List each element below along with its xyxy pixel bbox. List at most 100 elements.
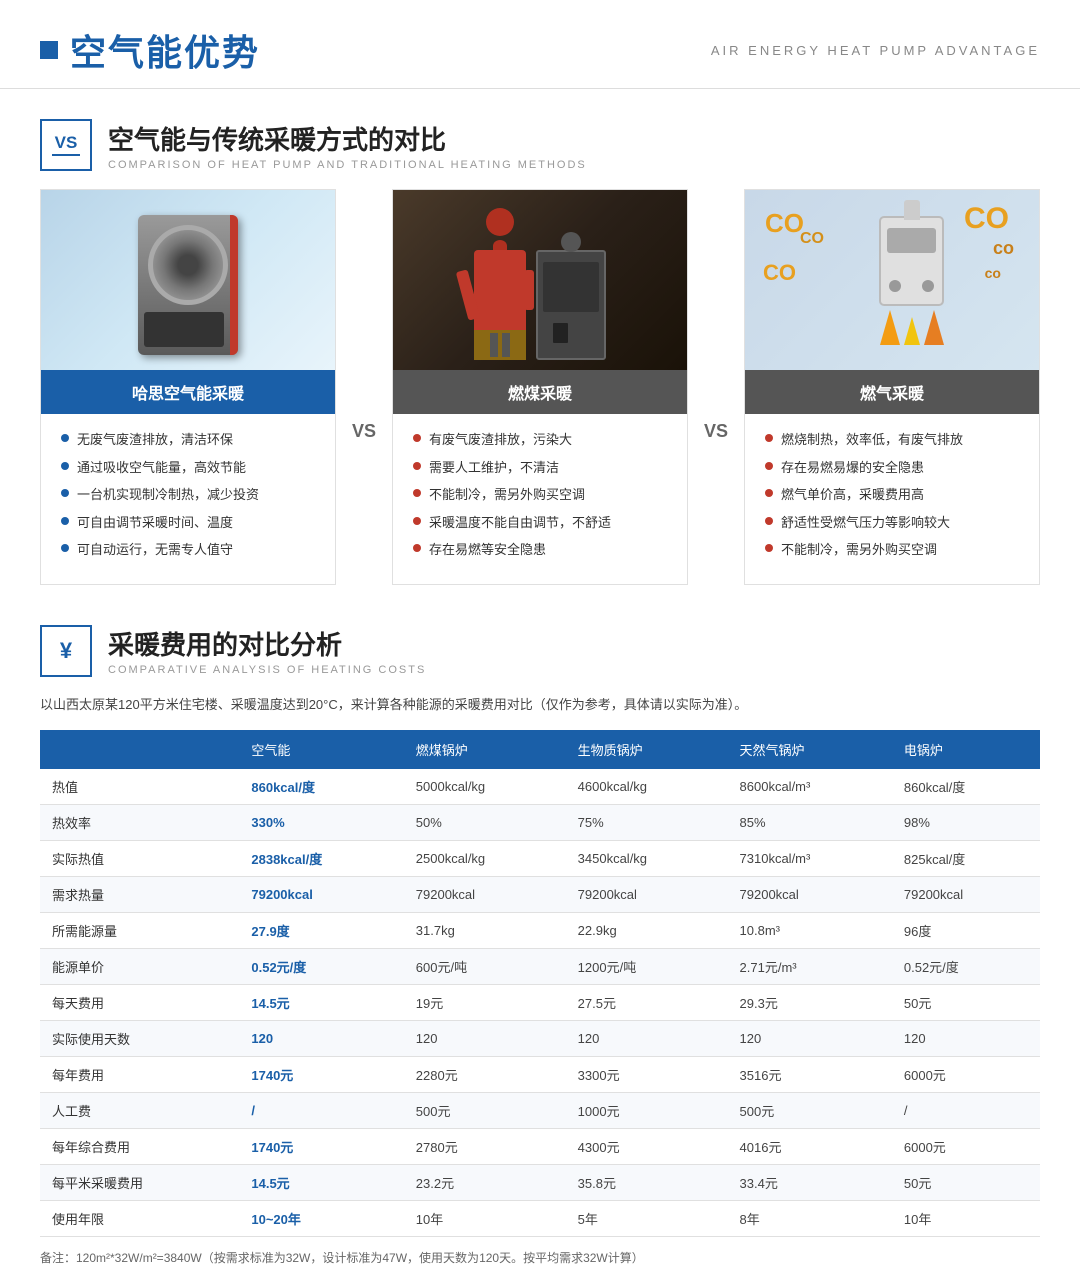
co-text-6: co (985, 265, 1001, 281)
table-cell-value: 50% (404, 804, 566, 840)
co-text-3: CO (763, 260, 796, 286)
section2-title-cn: 采暖费用的对比分析 (108, 625, 426, 662)
table-cell-value: 3300元 (566, 1056, 728, 1092)
table-cell-value: 1000元 (566, 1092, 728, 1128)
bullet-icon (61, 489, 69, 497)
table-cell-value: 79200kcal (728, 876, 892, 912)
table-cell-value: 120 (728, 1020, 892, 1056)
table-cell-value: 22.9kg (566, 912, 728, 948)
table-cell-value: 2.71元/m³ (728, 948, 892, 984)
table-cell-label: 实际使用天数 (40, 1020, 239, 1056)
card-image-1 (41, 190, 335, 370)
bullet-icon (413, 434, 421, 442)
table-cell-value: 860kcal/度 (239, 769, 403, 805)
co-text-4: CO (964, 202, 1009, 236)
table-cell-value: 5年 (566, 1200, 728, 1236)
vs-icon: VS (52, 134, 80, 156)
card-wrapper-3: CO CO CO CO co co (744, 189, 1040, 585)
table-header-row: 空气能 燃煤锅炉 生物质锅炉 天然气锅炉 电锅炉 (40, 730, 1040, 769)
cost-section: ¥ 采暖费用的对比分析 COMPARATIVE ANALYSIS OF HEAT… (0, 605, 1080, 1288)
table-cell-value: 23.2元 (404, 1164, 566, 1200)
bullet-icon (413, 517, 421, 525)
table-cell-value: 8600kcal/m³ (728, 769, 892, 805)
page-title-en: AIR ENERGY HEAT PUMP ADVANTAGE (711, 43, 1040, 58)
col-header-gas: 天然气锅炉 (728, 730, 892, 769)
card-image-3: CO CO CO CO co co (745, 190, 1039, 370)
feature-item: 可自动运行，无需专人值守 (61, 540, 315, 560)
table-row: 热值860kcal/度5000kcal/kg4600kcal/kg8600kca… (40, 769, 1040, 805)
table-cell-value: 10.8m³ (728, 912, 892, 948)
table-cell-value: 3450kcal/kg (566, 840, 728, 876)
table-cell-value: 330% (239, 804, 403, 840)
table-cell-label: 需求热量 (40, 876, 239, 912)
table-row: 实际热值2838kcal/度2500kcal/kg3450kcal/kg7310… (40, 840, 1040, 876)
section2-title-en: COMPARATIVE ANALYSIS OF HEATING COSTS (108, 664, 426, 676)
vs-divider-2: VS (702, 189, 730, 585)
bullet-icon (413, 462, 421, 470)
table-cell-label: 能源单价 (40, 948, 239, 984)
table-cell-value: / (239, 1092, 403, 1128)
table-cell-value: 4600kcal/kg (566, 769, 728, 805)
vs-icon-box: VS (40, 119, 92, 171)
table-cell-value: 79200kcal (239, 876, 403, 912)
card-coal-heating: 燃煤采暖 有废气废渣排放，污染大 需要人工维护，不清洁 不能制冷，需另外购买空调 (392, 189, 688, 585)
section1-titles: 空气能与传统采暖方式的对比 COMPARISON OF HEAT PUMP AN… (108, 120, 587, 171)
feature-item: 需要人工维护，不清洁 (413, 458, 667, 478)
table-cell-value: 120 (566, 1020, 728, 1056)
card-features-3: 燃烧制热，效率低，有废气排放 存在易燃易爆的安全隐患 燃气单价高，采暖费用高 舒… (745, 414, 1039, 584)
table-cell-label: 每天费用 (40, 984, 239, 1020)
table-cell-value: 14.5元 (239, 1164, 403, 1200)
table-cell-value: 79200kcal (404, 876, 566, 912)
section2-header: ¥ 采暖费用的对比分析 COMPARATIVE ANALYSIS OF HEAT… (40, 625, 1040, 677)
col-header-air: 空气能 (239, 730, 403, 769)
table-row: 所需能源量27.9度31.7kg22.9kg10.8m³96度 (40, 912, 1040, 948)
table-cell-value: 1740元 (239, 1128, 403, 1164)
table-cell-label: 人工费 (40, 1092, 239, 1128)
col-header-label (40, 730, 239, 769)
table-cell-value: 27.9度 (239, 912, 403, 948)
title-icon (40, 41, 58, 59)
card-air-heat-pump: 哈思空气能采暖 无废气废渣排放，清洁环保 通过吸收空气能量，高效节能 一台机实现… (40, 189, 336, 585)
yen-icon-box: ¥ (40, 625, 92, 677)
table-cell-value: 35.8元 (566, 1164, 728, 1200)
card-wrapper-1: 哈思空气能采暖 无废气废渣排放，清洁环保 通过吸收空气能量，高效节能 一台机实现… (40, 189, 336, 585)
table-cell-value: 3516元 (728, 1056, 892, 1092)
card-gas-heating: CO CO CO CO co co (744, 189, 1040, 585)
card-title-1: 哈思空气能采暖 (41, 370, 335, 414)
bullet-icon (765, 517, 773, 525)
feature-item: 有废气废渣排放，污染大 (413, 430, 667, 450)
table-row: 每年综合费用1740元2780元4300元4016元6000元 (40, 1128, 1040, 1164)
page-header: 空气能优势 AIR ENERGY HEAT PUMP ADVANTAGE (0, 0, 1080, 89)
table-cell-value: 10~20年 (239, 1200, 403, 1236)
feature-item: 存在易燃等安全隐患 (413, 540, 667, 560)
table-row: 每平米采暖费用14.5元23.2元35.8元33.4元50元 (40, 1164, 1040, 1200)
table-cell-value: 0.52元/度 (239, 948, 403, 984)
table-row: 需求热量79200kcal79200kcal79200kcal79200kcal… (40, 876, 1040, 912)
table-row: 热效率330%50%75%85%98% (40, 804, 1040, 840)
col-header-electric: 电锅炉 (892, 730, 1040, 769)
table-row: 每年费用1740元2280元3300元3516元6000元 (40, 1056, 1040, 1092)
bullet-icon (413, 489, 421, 497)
table-cell-label: 热效率 (40, 804, 239, 840)
table-cell-value: 120 (404, 1020, 566, 1056)
table-row: 使用年限10~20年10年5年8年10年 (40, 1200, 1040, 1236)
table-cell-value: 98% (892, 804, 1040, 840)
table-cell-label: 热值 (40, 769, 239, 805)
table-cell-label: 每平米采暖费用 (40, 1164, 239, 1200)
table-cell-value: 120 (239, 1020, 403, 1056)
table-cell-value: 79200kcal (892, 876, 1040, 912)
feature-item: 不能制冷，需另外购买空调 (413, 485, 667, 505)
card-features-1: 无废气废渣排放，清洁环保 通过吸收空气能量，高效节能 一台机实现制冷制热，减少投… (41, 414, 335, 584)
table-row: 人工费/500元1000元500元/ (40, 1092, 1040, 1128)
table-cell-value: 10年 (892, 1200, 1040, 1236)
section1-title-en: COMPARISON OF HEAT PUMP AND TRADITIONAL … (108, 159, 587, 171)
table-row: 每天费用14.5元19元27.5元29.3元50元 (40, 984, 1040, 1020)
bullet-icon (61, 517, 69, 525)
intro-text: 以山西太原某120平方米住宅楼、采暖温度达到20°C，来计算各种能源的采暖费用对… (40, 693, 1040, 716)
table-cell-value: 5000kcal/kg (404, 769, 566, 805)
bullet-icon (61, 544, 69, 552)
comparison-section: VS 空气能与传统采暖方式的对比 COMPARISON OF HEAT PUMP… (0, 89, 1080, 605)
card-wrapper-2: 燃煤采暖 有废气废渣排放，污染大 需要人工维护，不清洁 不能制冷，需另外购买空调 (392, 189, 688, 585)
co-text-2: CO (800, 230, 824, 248)
table-cell-value: 14.5元 (239, 984, 403, 1020)
